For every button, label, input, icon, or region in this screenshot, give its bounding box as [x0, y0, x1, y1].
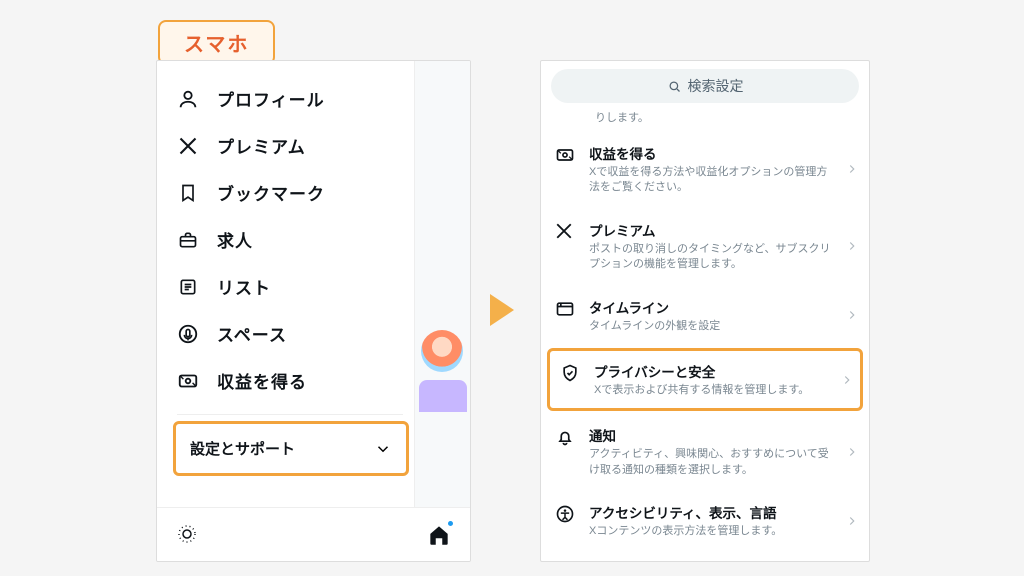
drawer-backdrop	[414, 61, 470, 507]
backdrop-card	[419, 380, 467, 412]
arrow-icon	[490, 294, 514, 326]
menu-profile[interactable]: プロフィール	[165, 75, 409, 122]
bell-icon	[555, 427, 575, 447]
row-desc: Xコンテンツの表示方法を管理します。	[589, 524, 831, 539]
theme-icon[interactable]	[175, 522, 201, 548]
chevron-right-icon	[845, 308, 859, 322]
menu-label: スペース	[217, 321, 287, 346]
row-notifications[interactable]: 通知 アクティビティ、興味関心、おすすめについて受け取る通知の種類を選択します。	[541, 413, 869, 490]
chevron-right-icon	[845, 239, 859, 253]
x-icon	[177, 135, 199, 157]
mic-icon	[177, 323, 199, 345]
row-privacy-safety[interactable]: プライバシーと安全 Xで表示および共有する情報を管理します。	[547, 348, 863, 411]
chevron-right-icon	[845, 162, 859, 176]
menu-monetization[interactable]: 収益を得る	[165, 357, 409, 404]
row-desc: ポストの取り消しのタイミングなど、サブスクリプションの機能を管理します。	[589, 242, 831, 273]
search-input[interactable]: 検索設定	[551, 69, 859, 103]
search-wrap: 検索設定	[541, 61, 869, 107]
row-desc: Xで収益を得る方法や収益化オプションの管理方法をご覧ください。	[589, 165, 831, 196]
home-icon[interactable]	[426, 522, 452, 548]
search-placeholder: 検索設定	[688, 76, 744, 96]
platform-badge: スマホ	[158, 20, 275, 65]
row-desc: Xで表示および共有する情報を管理します。	[594, 383, 826, 398]
menu-premium[interactable]: プレミアム	[165, 122, 409, 169]
phone-right: 検索設定 りします。 収益を得る Xで収益を得る方法や収益化オプションの管理方法…	[540, 60, 870, 562]
row-timeline[interactable]: タイムライン タイムラインの外観を設定	[541, 285, 869, 346]
x-icon	[555, 222, 575, 242]
notification-dot	[447, 520, 454, 527]
accessibility-icon	[555, 504, 575, 524]
menu-bookmarks[interactable]: ブックマーク	[165, 169, 409, 216]
avatar	[421, 330, 463, 372]
bookmark-icon	[177, 182, 199, 204]
phone-left: プロフィール プレミアム ブックマーク 求人 リスト スペース	[156, 60, 471, 562]
row-title: 収益を得る	[589, 143, 831, 163]
menu-lists[interactable]: リスト	[165, 263, 409, 310]
settings-list: 収益を得る Xで収益を得る方法や収益化オプションの管理方法をご覧ください。 プレ…	[541, 131, 869, 561]
menu-spaces[interactable]: スペース	[165, 310, 409, 357]
drawer-panel: プロフィール プレミアム ブックマーク 求人 リスト スペース	[157, 61, 470, 507]
row-title: タイムライン	[589, 297, 831, 317]
user-icon	[177, 88, 199, 110]
list-icon	[177, 276, 199, 298]
menu-label: ブックマーク	[217, 180, 325, 205]
menu-label: プレミアム	[217, 133, 306, 158]
truncated-text: りします。	[541, 107, 869, 131]
row-title: プライバシーと安全	[594, 361, 826, 381]
drawer-menu: プロフィール プレミアム ブックマーク 求人 リスト スペース	[157, 75, 409, 476]
settings-and-support[interactable]: 設定とサポート	[173, 421, 409, 476]
chevron-down-icon	[374, 440, 392, 458]
briefcase-icon	[177, 229, 199, 251]
row-desc: アクティビティ、興味関心、おすすめについて受け取る通知の種類を選択します。	[589, 447, 831, 478]
search-icon	[667, 79, 682, 94]
divider	[177, 414, 403, 415]
menu-label: 収益を得る	[217, 368, 307, 393]
row-title: アクセシビリティ、表示、言語	[589, 502, 831, 522]
chevron-right-icon	[845, 445, 859, 459]
bottom-bar	[157, 507, 470, 561]
menu-label: 求人	[217, 227, 253, 252]
chevron-right-icon	[840, 373, 854, 387]
row-desc: タイムラインの外観を設定	[589, 319, 831, 334]
money-icon	[555, 145, 575, 165]
row-title: プレミアム	[589, 220, 831, 240]
menu-label: プロフィール	[217, 86, 325, 111]
menu-label: リスト	[217, 274, 271, 299]
row-accessibility[interactable]: アクセシビリティ、表示、言語 Xコンテンツの表示方法を管理します。	[541, 490, 869, 551]
chevron-right-icon	[845, 514, 859, 528]
row-other-resources[interactable]: その他のリソース	[541, 552, 869, 561]
menu-jobs[interactable]: 求人	[165, 216, 409, 263]
row-premium[interactable]: プレミアム ポストの取り消しのタイミングなど、サブスクリプションの機能を管理しま…	[541, 208, 869, 285]
settings-label: 設定とサポート	[190, 438, 295, 459]
shield-icon	[560, 363, 580, 383]
money-icon	[177, 370, 199, 392]
timeline-icon	[555, 299, 575, 319]
row-title: 通知	[589, 425, 831, 445]
row-monetization[interactable]: 収益を得る Xで収益を得る方法や収益化オプションの管理方法をご覧ください。	[541, 131, 869, 208]
